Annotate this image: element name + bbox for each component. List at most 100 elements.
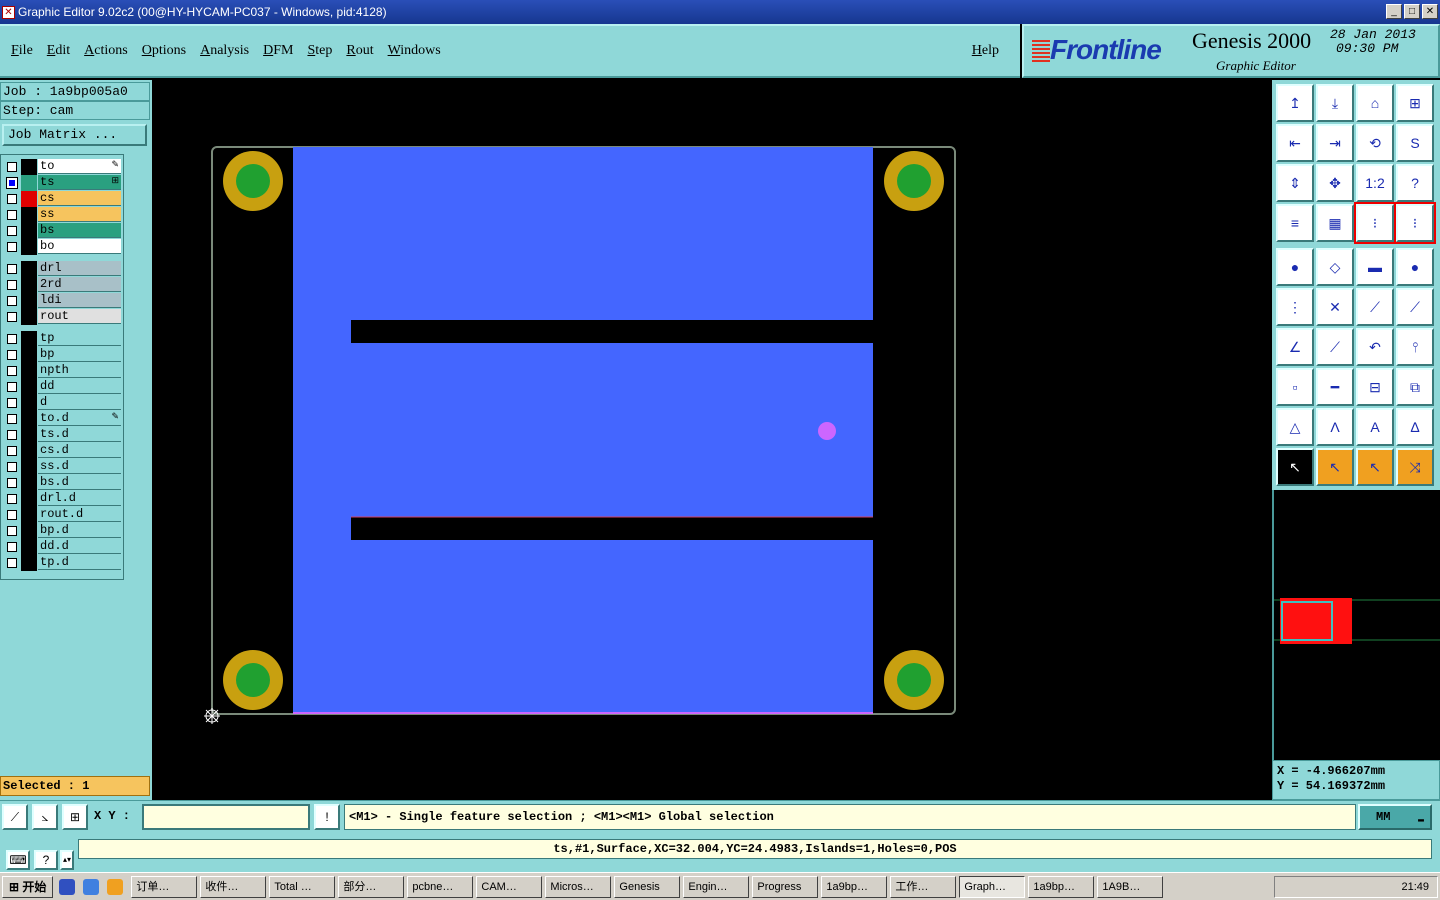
- layer-row-dd[interactable]: dd: [3, 379, 121, 395]
- layer-row-ss[interactable]: ss: [3, 207, 121, 223]
- layer-color-swatch[interactable]: [21, 539, 37, 555]
- layer-checkbox[interactable]: [7, 312, 17, 322]
- layer-row-dd-d[interactable]: dd.d: [3, 539, 121, 555]
- move-points-icon[interactable]: ⋮: [1276, 288, 1314, 326]
- layer-checkbox[interactable]: [7, 350, 17, 360]
- delete-icon[interactable]: ✕: [1316, 288, 1354, 326]
- add-pad-icon[interactable]: ●: [1276, 248, 1314, 286]
- query-icon[interactable]: ?: [1396, 164, 1434, 202]
- xy-input[interactable]: [142, 804, 310, 830]
- layer-row-bs-d[interactable]: bs.d: [3, 475, 121, 491]
- select-path-icon[interactable]: ⤨: [1396, 448, 1434, 486]
- layer-name[interactable]: drl.d: [38, 491, 121, 506]
- layer-name[interactable]: tp.d: [38, 555, 121, 570]
- menu-help[interactable]: Help: [972, 43, 999, 59]
- layer-name[interactable]: drl: [38, 261, 121, 276]
- layer-row-cs-d[interactable]: cs.d: [3, 443, 121, 459]
- layer-swap-a-icon[interactable]: ⁝: [1354, 202, 1396, 244]
- layer-name[interactable]: bs: [38, 223, 121, 238]
- layer-name[interactable]: bp.d: [38, 523, 121, 538]
- layer-checkbox[interactable]: [7, 264, 17, 274]
- layer-name[interactable]: rout: [38, 309, 121, 324]
- layer-row-to[interactable]: to ✎: [3, 159, 121, 175]
- menu-edit[interactable]: Edit: [47, 43, 70, 59]
- graphic-canvas[interactable]: [152, 80, 1272, 800]
- layer-color-swatch[interactable]: [21, 159, 37, 175]
- layer-color-swatch[interactable]: [21, 261, 37, 277]
- board-drawing[interactable]: [152, 80, 1272, 800]
- layer-color-swatch[interactable]: [21, 491, 37, 507]
- layer-checkbox[interactable]: [6, 177, 18, 189]
- layer-checkbox[interactable]: [7, 398, 17, 408]
- zoom-in-icon[interactable]: ⇕: [1276, 164, 1314, 202]
- layer-row-ldi[interactable]: ldi: [3, 293, 121, 309]
- layer-color-swatch[interactable]: [21, 331, 37, 347]
- layer-name[interactable]: ts.d: [38, 427, 121, 442]
- layer-row-drl[interactable]: drl: [3, 261, 121, 277]
- layer-color-swatch[interactable]: [21, 347, 37, 363]
- menu-analysis[interactable]: Analysis: [200, 43, 249, 59]
- layer-row-2rd[interactable]: 2rd: [3, 277, 121, 293]
- layer-color-swatch[interactable]: [21, 191, 37, 207]
- layer-row-cs[interactable]: cs: [3, 191, 121, 207]
- select-zone-icon[interactable]: ↖: [1316, 448, 1354, 486]
- menu-actions[interactable]: Actions: [84, 43, 128, 59]
- layer-swap-b-icon[interactable]: ⁝: [1394, 202, 1436, 244]
- measure-icon[interactable]: ▫: [1276, 368, 1314, 406]
- add-line-icon[interactable]: ◇: [1316, 248, 1354, 286]
- zoom-fit-icon[interactable]: ⤓: [1316, 84, 1354, 122]
- layer-color-swatch[interactable]: [21, 411, 37, 427]
- layer-name[interactable]: bo: [38, 239, 121, 254]
- trim-icon[interactable]: ━: [1316, 368, 1354, 406]
- layer-checkbox[interactable]: [7, 194, 17, 204]
- layer-row-tp-d[interactable]: tp.d: [3, 555, 121, 571]
- taskbar-item[interactable]: Progress: [752, 875, 819, 898]
- keyboard-icon[interactable]: ⌨: [6, 850, 30, 870]
- layer-color-swatch[interactable]: [21, 309, 37, 325]
- taskbar-item[interactable]: 1A9B…: [1097, 875, 1164, 898]
- layer-color-swatch[interactable]: [21, 507, 37, 523]
- layer-color-swatch[interactable]: [21, 555, 37, 571]
- layer-checkbox[interactable]: [7, 478, 17, 488]
- layer-color-swatch[interactable]: [21, 293, 37, 309]
- zoom-window-icon[interactable]: ⊞: [1396, 84, 1434, 122]
- grid-icon[interactable]: ▦: [1316, 204, 1354, 242]
- layer-color-swatch[interactable]: [21, 363, 37, 379]
- taskbar-item[interactable]: Total …: [269, 875, 336, 898]
- layer-name[interactable]: tp: [38, 331, 121, 346]
- layer-checkbox[interactable]: [7, 242, 17, 252]
- ie-icon[interactable]: [59, 878, 76, 895]
- layer-name[interactable]: ts: [38, 175, 121, 190]
- add-arc-icon[interactable]: ∠: [1276, 328, 1314, 366]
- menu-dfm[interactable]: DFM: [263, 43, 293, 59]
- layer-checkbox[interactable]: [7, 510, 17, 520]
- undo-view-icon[interactable]: ⟲: [1356, 124, 1394, 162]
- layer-color-swatch[interactable]: [21, 277, 37, 293]
- layer-row-to-d[interactable]: to.d ✎: [3, 411, 121, 427]
- layer-checkbox[interactable]: [7, 334, 17, 344]
- layer-name[interactable]: d: [38, 395, 121, 410]
- layer-name[interactable]: bp: [38, 347, 121, 362]
- snap-icon[interactable]: ⟋: [2, 804, 28, 830]
- layer-color-swatch[interactable]: [21, 459, 37, 475]
- zoom-1-2-icon[interactable]: 1:2: [1356, 164, 1394, 202]
- layer-name[interactable]: npth: [38, 363, 121, 378]
- layer-name[interactable]: bs.d: [38, 475, 121, 490]
- zoom-home-icon[interactable]: ↥: [1276, 84, 1314, 122]
- zoom-profile-icon[interactable]: ⌂: [1356, 84, 1394, 122]
- taskbar-item[interactable]: 工作…: [890, 875, 957, 898]
- start-button[interactable]: ⊞ 开始: [2, 875, 54, 898]
- layer-color-swatch[interactable]: [21, 475, 37, 491]
- warning-button[interactable]: !: [314, 804, 340, 830]
- layer-row-tp[interactable]: tp: [3, 331, 121, 347]
- arc-2-icon[interactable]: Λ: [1316, 408, 1354, 446]
- select-lasso-icon[interactable]: ↖: [1356, 448, 1394, 486]
- taskbar-item[interactable]: 收件…: [200, 875, 267, 898]
- add-hole-icon[interactable]: ●: [1396, 248, 1434, 286]
- measure-icon[interactable]: ⦣: [32, 804, 58, 830]
- layer-color-swatch[interactable]: [21, 207, 37, 223]
- layer-checkbox[interactable]: [7, 414, 17, 424]
- layer-name[interactable]: ldi: [38, 293, 121, 308]
- taskbar-item[interactable]: Engin…: [683, 875, 750, 898]
- layer-name[interactable]: to.d: [38, 411, 121, 426]
